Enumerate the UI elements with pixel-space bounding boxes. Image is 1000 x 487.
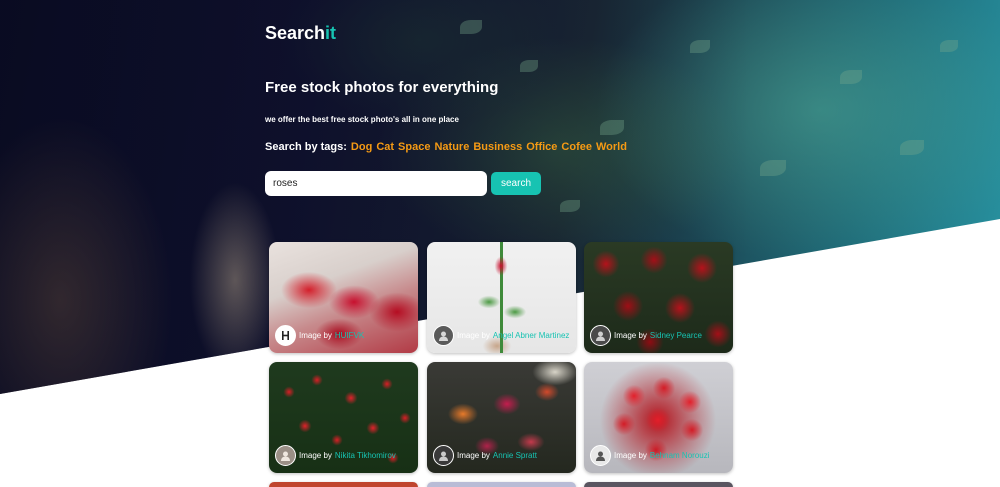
photo-card[interactable]: Image by HUIFVK	[269, 242, 418, 353]
user-avatar-icon	[433, 445, 454, 466]
credit-author-link[interactable]: Behnam Norouzi	[650, 451, 710, 460]
tag-bar-label: Search by tags:	[265, 141, 347, 153]
foliage-decoration	[690, 40, 710, 53]
brand-name-main: Search	[265, 23, 326, 43]
tag-link-business[interactable]: Business	[473, 141, 522, 153]
foliage-decoration	[520, 60, 538, 72]
hero-tagline: we offer the best free stock photo's all…	[265, 115, 459, 124]
foliage-decoration	[760, 160, 786, 176]
tag-link-cofee[interactable]: Cofee	[561, 141, 592, 153]
credit-prefix: Image by	[457, 451, 490, 460]
credit-author-link[interactable]: Annie Spratt	[493, 451, 537, 460]
photo-card[interactable]	[427, 482, 576, 487]
foliage-decoration	[840, 70, 862, 84]
foliage-decoration	[600, 120, 624, 135]
photo-card[interactable]: Image by Annie Spratt	[427, 362, 576, 473]
tag-link-space[interactable]: Space	[398, 141, 430, 153]
user-avatar-icon	[275, 445, 296, 466]
tag-link-nature[interactable]: Nature	[434, 141, 469, 153]
search-button[interactable]: search	[491, 172, 541, 195]
hero-headline: Free stock photos for everything	[265, 79, 499, 96]
photo-credit: Image by Sidney Pearce	[590, 325, 702, 346]
credit-author-link[interactable]: Sidney Pearce	[650, 331, 702, 340]
user-avatar-icon	[433, 325, 454, 346]
credit-prefix: Image by	[457, 331, 490, 340]
credit-prefix: Image by	[299, 331, 332, 340]
user-avatar-icon	[590, 325, 611, 346]
user-avatar-icon	[590, 445, 611, 466]
credit-author-link[interactable]: Angel Abner Martinez	[493, 331, 570, 340]
photo-card[interactable]	[584, 482, 733, 487]
photo-credit: Image by Annie Spratt	[433, 445, 537, 466]
photo-credit: Image by Angel Abner Martinez	[433, 325, 569, 346]
photo-card[interactable]: Image by Sidney Pearce	[584, 242, 733, 353]
photo-card[interactable]	[269, 482, 418, 487]
photographer-logo-icon	[275, 325, 296, 346]
credit-prefix: Image by	[299, 451, 332, 460]
tag-link-cat[interactable]: Cat	[376, 141, 394, 153]
foliage-decoration	[560, 200, 580, 212]
photo-card[interactable]: Image by Behnam Norouzi	[584, 362, 733, 473]
tag-link-office[interactable]: Office	[526, 141, 557, 153]
tag-link-dog[interactable]: Dog	[351, 141, 372, 153]
credit-author-link[interactable]: Nikita Tikhomirov	[335, 451, 396, 460]
credit-author-link[interactable]: HUIFVK	[335, 331, 364, 340]
tag-link-world[interactable]: World	[596, 141, 627, 153]
photo-credit: Image by Behnam Norouzi	[590, 445, 710, 466]
search-input[interactable]	[265, 171, 487, 196]
photo-card[interactable]: Image by Angel Abner Martinez	[427, 242, 576, 353]
brand-name-accent: it	[325, 23, 337, 43]
tag-bar: Search by tags: Dog Cat Space Nature Bus…	[265, 141, 627, 153]
photo-credit: Image by HUIFVK	[275, 325, 364, 346]
foliage-decoration	[460, 20, 482, 34]
photo-card[interactable]: Image by Nikita Tikhomirov	[269, 362, 418, 473]
foliage-decoration	[900, 140, 924, 155]
photo-credit: Image by Nikita Tikhomirov	[275, 445, 396, 466]
credit-prefix: Image by	[614, 451, 647, 460]
credit-prefix: Image by	[614, 331, 647, 340]
brand-logo[interactable]: Searchit	[265, 23, 336, 44]
foliage-decoration	[940, 40, 958, 52]
